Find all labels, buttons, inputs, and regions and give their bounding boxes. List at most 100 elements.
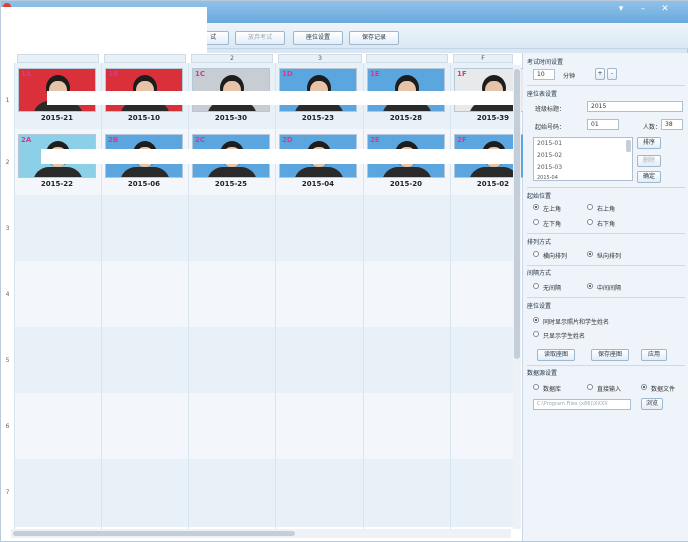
app-window: ▾ – ✕ 试 放弃考试 座位设置 保存记录 2 3 F 1 2 3 4 5 6 bbox=[0, 0, 688, 542]
seat-code: 2C bbox=[195, 136, 206, 144]
seat-settings-button[interactable]: 座位设置 bbox=[293, 31, 343, 45]
redaction-bar bbox=[47, 91, 513, 105]
row-number: 4 bbox=[5, 291, 10, 298]
list-item[interactable]: 2015-02 bbox=[537, 152, 562, 159]
radio-label: 左上角 bbox=[543, 206, 562, 213]
section-title: 座位表设置 bbox=[527, 91, 558, 98]
scroll-thumb[interactable] bbox=[626, 140, 631, 152]
increase-button[interactable]: + bbox=[595, 68, 605, 80]
radio-data-file[interactable] bbox=[641, 384, 647, 390]
row-band bbox=[14, 327, 514, 393]
student-id: 2015-04 bbox=[301, 180, 335, 188]
horizontal-scrollbar[interactable] bbox=[11, 529, 511, 538]
seat-code: 2E bbox=[370, 136, 380, 144]
scroll-thumb[interactable] bbox=[514, 69, 520, 359]
vertical-scrollbar[interactable] bbox=[513, 65, 521, 529]
student-photo: 1B bbox=[105, 68, 183, 112]
browse-button[interactable]: 浏览 bbox=[641, 398, 663, 410]
divider bbox=[527, 297, 685, 298]
minimize-icon[interactable]: – bbox=[637, 3, 649, 15]
row-number: 2 bbox=[5, 159, 10, 166]
column-header: F bbox=[453, 54, 513, 63]
save-layout-button[interactable]: 保存座图 bbox=[591, 349, 629, 361]
seat-code: 1A bbox=[21, 70, 32, 78]
divider bbox=[527, 85, 685, 86]
seat-code: 2B bbox=[108, 136, 119, 144]
abandon-exam-button[interactable]: 放弃考试 bbox=[235, 31, 285, 45]
student-id: 2015-20 bbox=[389, 180, 423, 188]
radio-photo-and-name[interactable] bbox=[533, 317, 539, 323]
radio-database[interactable] bbox=[533, 384, 539, 390]
row-number: 7 bbox=[5, 489, 10, 496]
dropdown-icon[interactable]: ▾ bbox=[615, 3, 627, 15]
column-header bbox=[17, 54, 99, 63]
seat-code: 2D bbox=[282, 136, 293, 144]
seat-code: 1C bbox=[195, 70, 206, 78]
radio-top-left[interactable] bbox=[533, 204, 539, 210]
radio-label: 右下角 bbox=[597, 221, 616, 228]
scroll-thumb[interactable] bbox=[13, 531, 295, 536]
confirm-button[interactable]: 确定 bbox=[637, 171, 661, 183]
radio-label: 纵向排列 bbox=[597, 253, 622, 260]
radio-label: 直接输入 bbox=[597, 386, 622, 393]
class-title-input[interactable]: 2015 bbox=[587, 101, 683, 112]
radio-no-gap[interactable] bbox=[533, 283, 539, 289]
section-title: 座位设置 bbox=[527, 303, 552, 310]
divider bbox=[527, 365, 685, 366]
time-unit-label: 分钟 bbox=[563, 73, 576, 80]
seat-grid: 2 3 F 1 2 3 4 5 6 7 1A 2015-21 1B 2015-10 1C… bbox=[1, 53, 532, 541]
section-title: 数据源设置 bbox=[527, 370, 558, 377]
seat-code: 1E bbox=[370, 70, 380, 78]
radio-label: 只显示学生姓名 bbox=[543, 333, 586, 340]
decrease-button[interactable]: - bbox=[607, 68, 617, 80]
list-item[interactable]: 2015-04 bbox=[537, 175, 558, 181]
photo-shoulders bbox=[33, 167, 83, 177]
list-item[interactable]: 2015-01 bbox=[537, 140, 562, 147]
photo-shoulders bbox=[207, 167, 257, 177]
radio-bottom-left[interactable] bbox=[533, 219, 539, 225]
delete-button[interactable]: 删除 bbox=[637, 155, 661, 167]
column-header: 3 bbox=[278, 54, 362, 63]
radio-name-only[interactable] bbox=[533, 331, 539, 337]
radio-direct-input[interactable] bbox=[587, 384, 593, 390]
radio-bottom-right[interactable] bbox=[587, 219, 593, 225]
redaction-bar bbox=[41, 149, 513, 164]
save-record-button[interactable]: 保存记录 bbox=[349, 31, 399, 45]
radio-top-right[interactable] bbox=[587, 204, 593, 210]
seat-code: 1D bbox=[282, 70, 293, 78]
student-photo: 1C bbox=[192, 68, 270, 112]
start-number-label: 起始号码： bbox=[535, 124, 566, 131]
section-title: 考试时间设置 bbox=[527, 59, 564, 66]
student-photo: 1A bbox=[18, 68, 96, 112]
student-id: 2015-22 bbox=[40, 180, 74, 188]
photo-shoulders bbox=[294, 167, 344, 177]
row-band bbox=[14, 261, 514, 327]
settings-panel: 考试时间设置 10 分钟 + - 座位表设置 班级标题： 2015 起始号码： … bbox=[523, 53, 688, 541]
radio-label: 左下角 bbox=[543, 221, 562, 228]
student-id: 2015-23 bbox=[301, 114, 335, 122]
radio-horizontal[interactable] bbox=[533, 251, 539, 257]
row-number: 6 bbox=[5, 423, 10, 430]
radio-label: 同时显示照片和学生姓名 bbox=[543, 319, 610, 326]
row-band bbox=[14, 459, 514, 527]
sort-button[interactable]: 排序 bbox=[637, 137, 661, 149]
apply-button[interactable]: 应用 bbox=[641, 349, 667, 361]
start-number-input[interactable]: 01 bbox=[587, 119, 619, 130]
section-title: 排列方式 bbox=[527, 239, 552, 246]
file-path-input[interactable]: C:\Program Files (x86)\XXXX bbox=[533, 399, 631, 410]
column-header bbox=[104, 54, 186, 63]
student-list[interactable]: 2015-01 2015-02 2015-03 2015-04 bbox=[533, 137, 633, 181]
seat-code: 1B bbox=[108, 70, 119, 78]
radio-middle-gap[interactable] bbox=[587, 283, 593, 289]
photo-shoulders bbox=[382, 167, 432, 177]
seat-code: 2A bbox=[21, 136, 32, 144]
count-input[interactable]: 38 bbox=[661, 119, 683, 130]
time-input[interactable]: 10 bbox=[533, 69, 555, 80]
radio-vertical[interactable] bbox=[587, 251, 593, 257]
read-layout-button[interactable]: 读取座图 bbox=[537, 349, 575, 361]
list-item[interactable]: 2015-03 bbox=[537, 164, 562, 171]
close-icon[interactable]: ✕ bbox=[659, 3, 671, 15]
section-title: 起始位置 bbox=[527, 193, 552, 200]
student-id: 2015-06 bbox=[127, 180, 161, 188]
redacted-area bbox=[1, 7, 207, 55]
